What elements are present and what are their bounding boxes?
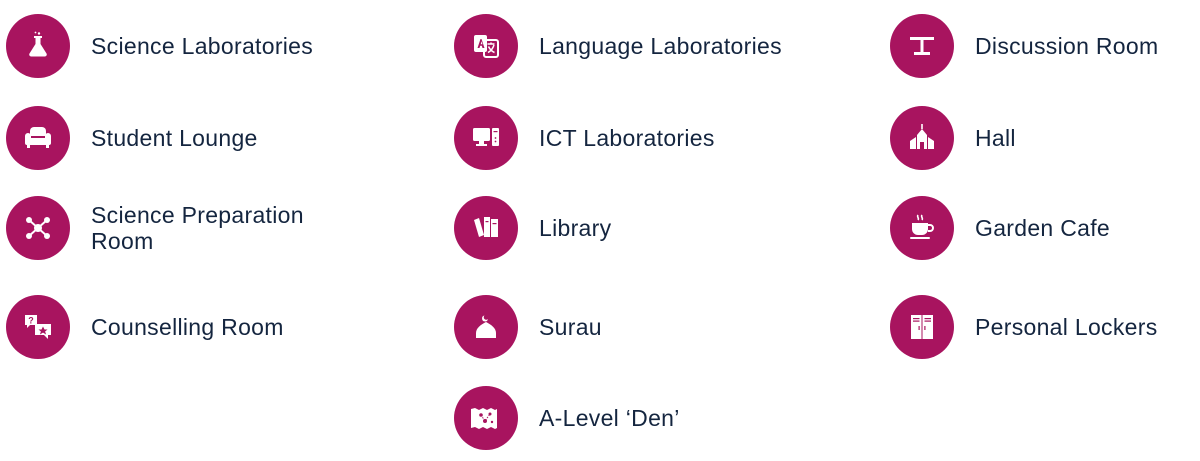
building-icon: [890, 106, 954, 170]
facility-a-level-den: A-Level ‘Den’: [454, 386, 854, 450]
facility-counselling-room: ? Counselling Room: [6, 295, 366, 359]
facility-hall: Hall: [890, 106, 1195, 170]
facility-label: Library: [539, 215, 612, 241]
molecule-icon: [6, 196, 70, 260]
facility-label: Student Lounge: [91, 125, 258, 151]
facility-label: Personal Lockers: [975, 314, 1158, 340]
facility-science-laboratories: Science Laboratories: [6, 14, 366, 78]
facility-label: Counselling Room: [91, 314, 284, 340]
facility-ict-laboratories: ICT Laboratories: [454, 106, 854, 170]
facility-student-lounge: Student Lounge: [6, 106, 366, 170]
sofa-icon: [6, 106, 70, 170]
flask-icon: [6, 14, 70, 78]
books-icon: [454, 196, 518, 260]
facility-label: Surau: [539, 314, 602, 340]
facility-science-preparation-room: Science Preparation Room: [6, 196, 366, 260]
facility-label: Hall: [975, 125, 1016, 151]
locker-icon: [890, 295, 954, 359]
facility-label: Discussion Room: [975, 33, 1159, 59]
facility-label: Science Laboratories: [91, 33, 314, 59]
facility-garden-cafe: Garden Cafe: [890, 196, 1195, 260]
facility-label: ICT Laboratories: [539, 125, 715, 151]
facility-library: Library: [454, 196, 854, 260]
mosque-dome-icon: [454, 295, 518, 359]
facility-discussion-room: Discussion Room: [890, 14, 1195, 78]
map-scroll-icon: [454, 386, 518, 450]
facility-label: Language Laboratories: [539, 33, 782, 59]
facility-label: Science Preparation Room: [91, 202, 304, 254]
facilities-page: { "theme": { "accent": "#a8145f", "text"…: [0, 0, 1200, 461]
svg-text:?: ?: [28, 316, 34, 326]
facility-label: Garden Cafe: [975, 215, 1110, 241]
coffee-cup-icon: [890, 196, 954, 260]
facility-surau: Surau: [454, 295, 854, 359]
facility-label: A-Level ‘Den’: [539, 405, 680, 431]
facility-personal-lockers: Personal Lockers: [890, 295, 1195, 359]
table-icon: [890, 14, 954, 78]
translate-icon: [454, 14, 518, 78]
facility-language-laboratories: Language Laboratories: [454, 14, 854, 78]
computer-icon: [454, 106, 518, 170]
chat-bubbles-icon: ?: [6, 295, 70, 359]
